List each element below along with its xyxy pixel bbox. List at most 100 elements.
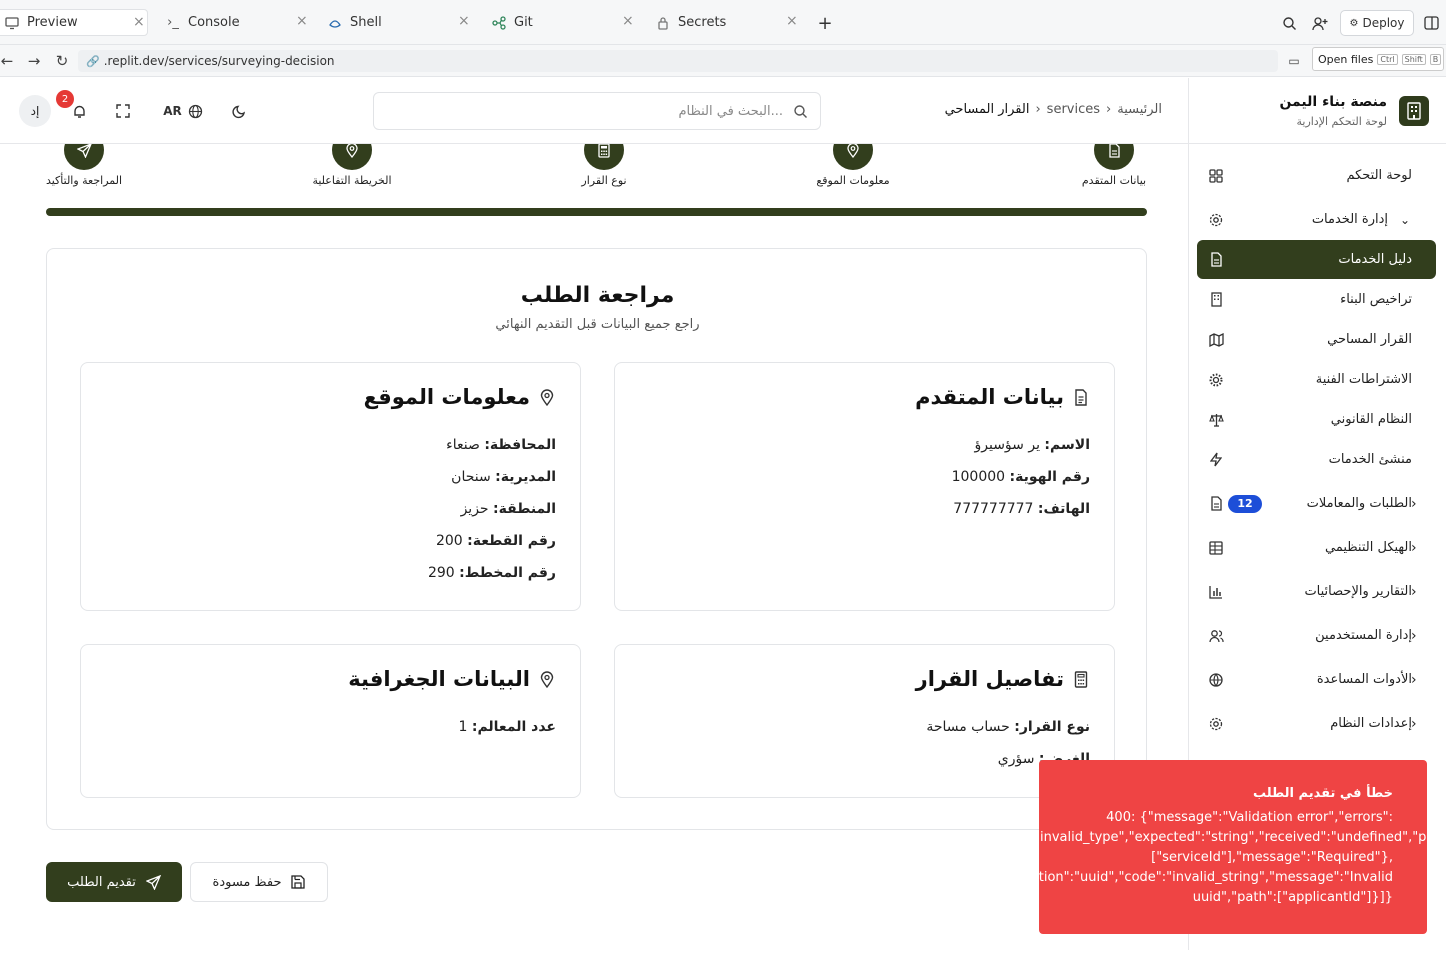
search-input[interactable]: البحث في النظام... [373, 92, 821, 130]
pin-icon [833, 144, 873, 170]
sidebar-item-label: الطلبات والمعاملات [1306, 496, 1412, 511]
close-icon[interactable]: × [458, 13, 470, 29]
toast-title: خطأ في تقديم الطلب [1252, 786, 1393, 801]
calculator-icon [1072, 670, 1090, 688]
toast-line: 400: {"message":"Validation error","erro… [1106, 810, 1393, 825]
language-switch[interactable]: AR [160, 99, 206, 123]
location-card: معلومات الموقع المحافظة: صنعاء المديرية:… [80, 362, 581, 611]
deploy-label: Deploy [1362, 16, 1405, 30]
sidebar-item-building-permits[interactable]: تراخيص البناء [1197, 280, 1436, 319]
row-value: صنعاء [446, 437, 480, 453]
card-title-text: بيانات المتقدم [915, 385, 1064, 409]
send-icon [145, 874, 161, 890]
toast-line: {"validation":"uuid","code":"invalid_str… [1039, 870, 1393, 885]
file-icon [1208, 496, 1224, 512]
tab-label: Secrets [678, 15, 727, 30]
tab-preview[interactable]: Preview × [0, 9, 148, 36]
sidebar-item-users[interactable]: إدارة المستخدمين › [1197, 616, 1436, 655]
pin-icon [538, 670, 556, 688]
sidebar-item-surveying-decision[interactable]: القرار المساحي [1197, 320, 1436, 359]
avatar[interactable]: إد [19, 95, 51, 127]
tab-shell[interactable]: Shell × [320, 9, 474, 36]
sidebar-item-label: الهيكل التنظيمي [1324, 540, 1412, 555]
globe-icon [1208, 672, 1224, 688]
tab-console[interactable]: ›_ Console × [158, 9, 312, 36]
step-review[interactable]: المراجعة والتأكيد [34, 144, 134, 187]
fullscreen-icon[interactable] [111, 99, 135, 123]
open-files-label: Open files [1318, 52, 1374, 66]
tab-label: Shell [350, 15, 382, 30]
reload-icon[interactable]: ↻ [52, 51, 72, 71]
breadcrumb-home[interactable]: الرئيسية [1117, 102, 1162, 117]
submit-request-button[interactable]: تقديم الطلب [46, 862, 182, 902]
sidebar-item-tools[interactable]: الأدوات المساعدة › [1197, 660, 1436, 699]
back-arrow-icon[interactable]: ← [0, 51, 17, 71]
sidebar-item-org-structure[interactable]: الهيكل التنظيمي › [1197, 528, 1436, 567]
row-value: سنحان [451, 469, 491, 485]
sidebar-item-requests[interactable]: الطلبات والمعاملات 12 › [1197, 484, 1436, 523]
workspace-tabbar: Preview × ›_ Console × Shell × Git × Sec… [0, 0, 1446, 45]
sidebar-item-legal-system[interactable]: النظام القانوني [1197, 400, 1436, 439]
close-icon[interactable]: × [296, 13, 308, 29]
new-tab-plus-icon[interactable]: + [814, 10, 836, 36]
step-interactive-map[interactable]: الخريطة التفاعلية [302, 144, 402, 187]
row-label: المحافظة: [484, 437, 556, 453]
step-label: نوع القرار [581, 174, 627, 187]
sidebar-toggle-icon[interactable] [1420, 10, 1442, 36]
tab-secrets[interactable]: Secrets × [648, 9, 802, 36]
review-card: مراجعة الطلب راجع جميع البيانات قبل التق… [46, 248, 1147, 830]
deploy-icon: ⚙ [1349, 17, 1359, 29]
sidebar-item-services-management[interactable]: إدارة الخدمات ⌄ [1197, 200, 1436, 239]
row-label: رقم المخطط: [459, 565, 556, 581]
save-draft-button[interactable]: حفظ مسودة [190, 862, 328, 902]
close-icon[interactable]: × [786, 13, 798, 29]
sidebar-item-label: الاشتراطات الفنية [1315, 372, 1412, 387]
chart-icon [1208, 584, 1224, 600]
step-location[interactable]: معلومات الموقع [803, 144, 903, 187]
brand-subtitle: لوحة التحكم الإدارية [1296, 115, 1387, 128]
sidebar-item-technical-requirements[interactable]: الاشتراطات الفنية [1197, 360, 1436, 399]
url-input[interactable]: 🔗 .replit.dev/services/surveying-decisio… [78, 50, 1278, 72]
building-icon [1208, 292, 1224, 308]
row-value: 100000 [951, 469, 1006, 485]
error-toast[interactable]: خطأ في تقديم الطلب 400: {"message":"Vali… [1039, 760, 1427, 934]
tab-git[interactable]: Git × [484, 9, 638, 36]
chevron-right-icon: › [1411, 583, 1417, 600]
breadcrumb-current: القرار المساحي [944, 102, 1030, 117]
sidebar-item-label: لوحة التحكم [1346, 168, 1412, 183]
sidebar-item-reports[interactable]: التقارير والإحصائيات › [1197, 572, 1436, 611]
devices-icon[interactable]: ▭ [1284, 51, 1304, 71]
decision-card-title: تفاصيل القرار [916, 667, 1090, 691]
chevron-left-icon: ‹ [1106, 102, 1112, 117]
app-header: الرئيسية ‹ services ‹ القرار المساحي الب… [0, 78, 1188, 144]
close-icon[interactable]: × [133, 14, 145, 30]
sidebar-item-dashboard[interactable]: لوحة التحكم [1197, 156, 1436, 195]
forward-arrow-icon[interactable]: → [24, 51, 44, 71]
step-applicant[interactable]: بيانات المتقدم [1074, 144, 1154, 187]
plot-number-row: رقم القطعة: 200 [436, 533, 556, 549]
sidebar-item-label: إدارة الخدمات [1311, 212, 1388, 227]
geo-card-title: البيانات الجغرافية [348, 667, 556, 691]
sidebar-item-services-guide[interactable]: دليل الخدمات [1197, 240, 1436, 279]
plan-number-row: رقم المخطط: 290 [428, 565, 556, 581]
language-label: AR [163, 104, 182, 118]
sidebar-item-services-builder[interactable]: منشئ الخدمات [1197, 440, 1436, 479]
deploy-button[interactable]: ⚙ Deploy [1340, 10, 1414, 36]
close-icon[interactable]: × [622, 13, 634, 29]
chevron-right-icon: › [1411, 495, 1417, 512]
chevron-right-icon: › [1411, 627, 1417, 644]
sidebar-item-label: دليل الخدمات [1338, 252, 1412, 267]
submit-label: تقديم الطلب [67, 874, 136, 890]
search-icon[interactable] [1278, 10, 1300, 36]
sidebar-item-label: إدارة المستخدمين [1315, 628, 1412, 643]
step-decision-type[interactable]: نوع القرار [564, 144, 644, 187]
invite-user-icon[interactable] [1308, 10, 1332, 36]
breadcrumb-services[interactable]: services [1047, 102, 1100, 117]
search-placeholder: البحث في النظام... [678, 103, 783, 119]
moon-icon[interactable] [227, 99, 251, 123]
document-icon [1072, 388, 1090, 406]
district-row: المديرية: سنحان [451, 469, 556, 485]
decision-type-row: نوع القرار: حساب مساحة [926, 719, 1090, 735]
sidebar-item-system-settings[interactable]: إعدادات النظام › [1197, 704, 1436, 743]
git-icon [492, 15, 506, 30]
